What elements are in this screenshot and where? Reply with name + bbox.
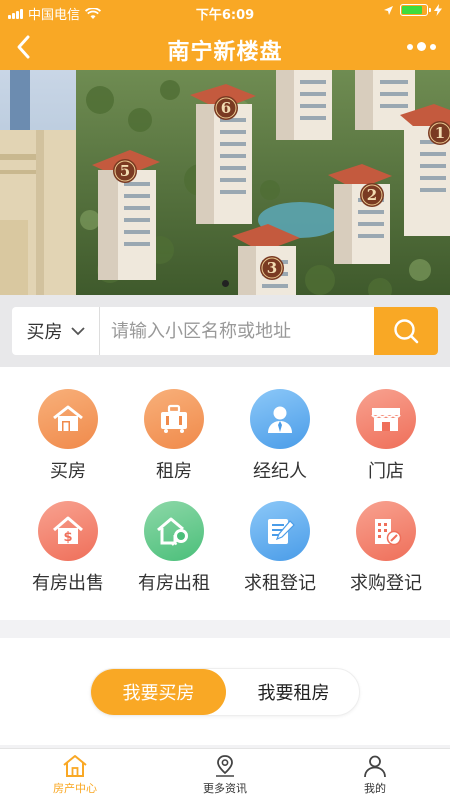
- nav-bar: 南宁新楼盘: [0, 24, 450, 70]
- tab-mine[interactable]: 我的: [300, 749, 450, 800]
- tower-label-2: 2: [367, 186, 377, 204]
- carousel-dots: [0, 280, 450, 287]
- mode-toggle-panel: 我要买房 我要租房: [0, 638, 450, 745]
- more-options-button[interactable]: [407, 42, 436, 51]
- service-label: 有房出租: [138, 573, 210, 594]
- tower-top-right: [355, 70, 415, 130]
- house-icon: [38, 389, 98, 449]
- tab-property-center[interactable]: 房产中心: [0, 749, 150, 800]
- location-arrow-icon: [384, 5, 393, 15]
- tab-label: 房产中心: [53, 781, 97, 795]
- carousel-dot[interactable]: [221, 280, 229, 287]
- search-type-select[interactable]: 买房: [12, 307, 100, 355]
- service-store-button[interactable]: 门店: [330, 389, 442, 499]
- page-title: 南宁新楼盘: [167, 40, 283, 65]
- buy-mode-button[interactable]: 我要买房: [91, 669, 226, 715]
- banner-image: 5 6 2 3 1: [0, 70, 450, 295]
- service-building-button[interactable]: 求购登记: [330, 501, 442, 611]
- service-house-money-button[interactable]: $ 有房出售: [12, 501, 124, 611]
- status-right: [383, 4, 442, 16]
- service-house-key-button[interactable]: 有房出租: [118, 501, 230, 611]
- svg-text:$: $: [63, 530, 72, 545]
- tower-label-5: 5: [120, 162, 130, 180]
- user-icon: [364, 755, 386, 777]
- service-label: 有房出售: [32, 573, 104, 594]
- search-icon: [394, 319, 419, 344]
- house-money-icon: $: [38, 501, 98, 561]
- service-grid: 买房 租房 经纪人 门店 $ 有房出售 有房出租 求租登记 求购登记: [0, 367, 450, 620]
- tab-more-news[interactable]: 更多资讯: [150, 749, 300, 800]
- search-button[interactable]: [374, 307, 438, 355]
- battery-icon: [400, 4, 431, 16]
- service-label: 求购登记: [350, 573, 422, 594]
- service-label: 求租登记: [244, 573, 316, 594]
- search-box: 买房: [12, 307, 438, 355]
- service-suitcase-button[interactable]: 租房: [118, 389, 230, 499]
- tower-label-3: 3: [267, 259, 277, 277]
- suitcase-icon: [144, 389, 204, 449]
- tower-2: [328, 164, 392, 264]
- service-label: 经纪人: [253, 461, 307, 482]
- service-notepad-button[interactable]: 求租登记: [224, 501, 336, 611]
- tower-label-6: 6: [221, 99, 231, 117]
- service-label: 买房: [50, 461, 86, 482]
- house-key-icon: [144, 501, 204, 561]
- search-area: 买房: [0, 295, 450, 367]
- bottom-tab-bar: 房产中心 更多资讯 我的: [0, 748, 450, 800]
- tower-top: [276, 70, 332, 140]
- charging-icon: [434, 4, 442, 16]
- building-icon: [356, 501, 416, 561]
- service-label: 租房: [156, 461, 192, 482]
- search-input[interactable]: [111, 315, 371, 347]
- notepad-icon: [250, 501, 310, 561]
- agent-icon: [250, 389, 310, 449]
- chevron-down-icon: [70, 327, 85, 336]
- map-pin-icon: [216, 754, 234, 777]
- search-type-label: 买房: [26, 322, 63, 343]
- tab-label: 我的: [364, 781, 386, 795]
- status-bar: 中国电信 下午6:09: [0, 0, 450, 24]
- mode-toggle: 我要买房 我要租房: [90, 668, 360, 716]
- battery-level: [402, 6, 423, 14]
- banner-carousel[interactable]: 5 6 2 3 1: [0, 70, 450, 295]
- tower-label-1: 1: [435, 124, 445, 142]
- home-icon: [63, 754, 87, 777]
- rent-mode-button[interactable]: 我要租房: [226, 669, 361, 715]
- store-icon: [356, 389, 416, 449]
- service-house-button[interactable]: 买房: [12, 389, 124, 499]
- tab-label: 更多资讯: [203, 781, 247, 795]
- service-agent-button[interactable]: 经纪人: [224, 389, 336, 499]
- service-label: 门店: [368, 461, 404, 482]
